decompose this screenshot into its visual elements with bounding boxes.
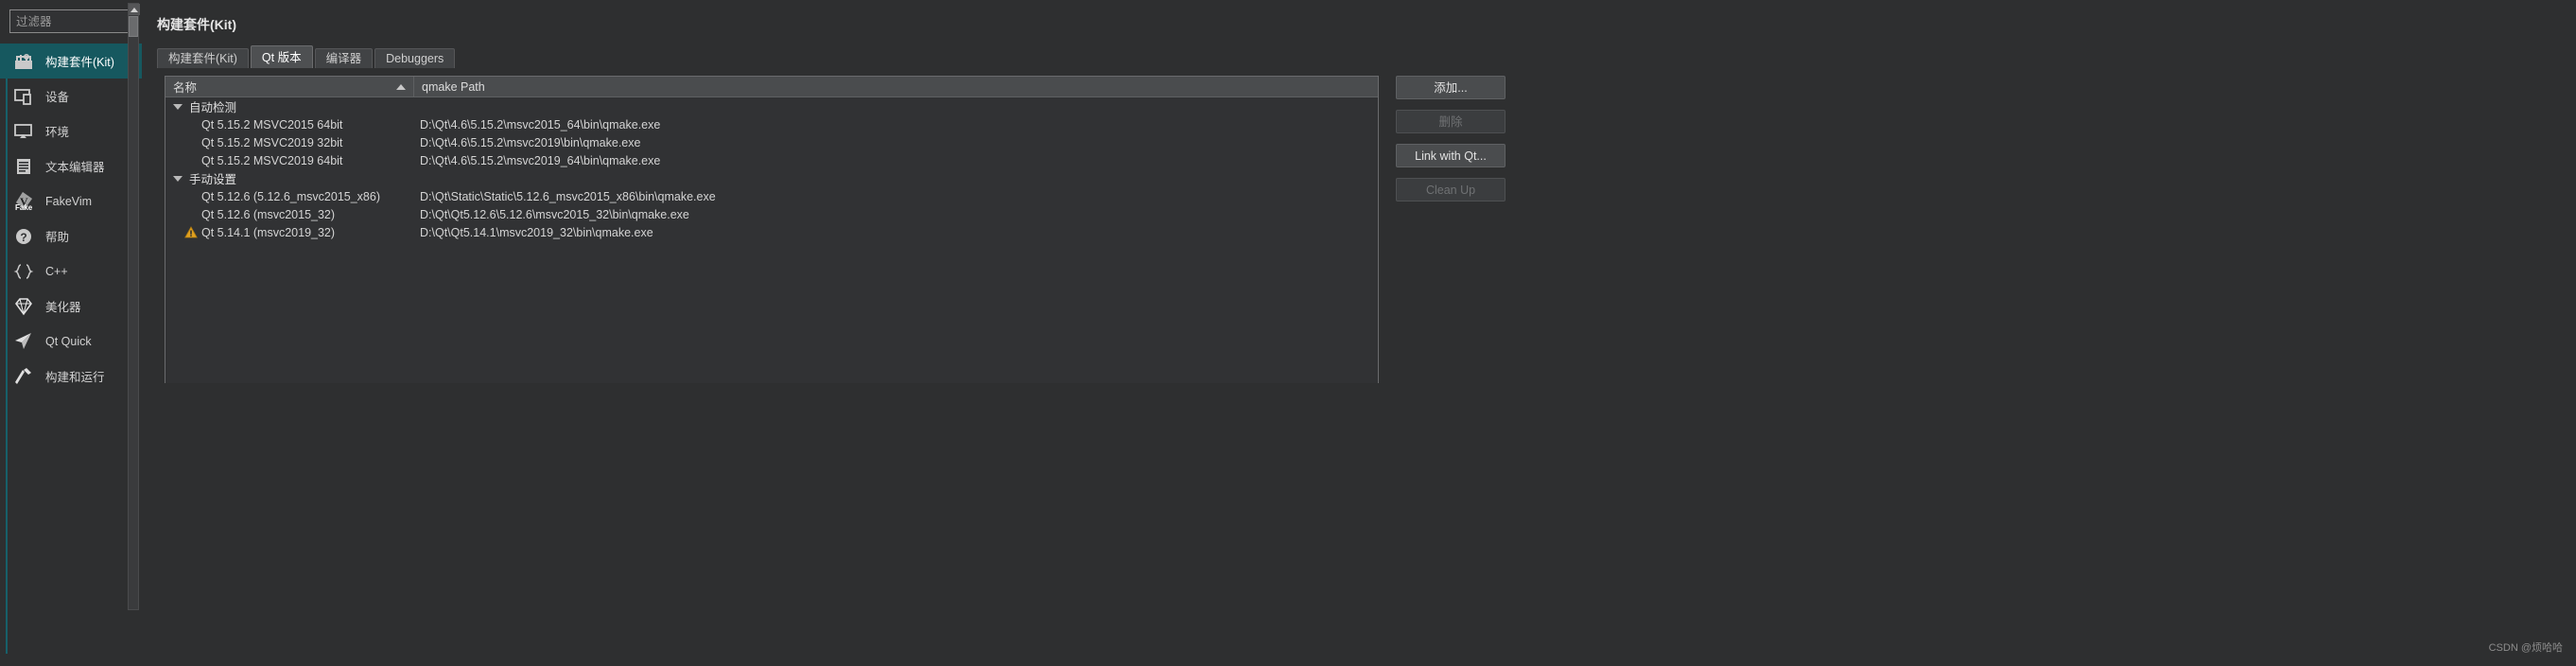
sidebar-item-label: 帮助 — [45, 231, 70, 244]
qmake-path: D:\Qt\4.6\5.15.2\msvc2019_64\bin\qmake.e… — [420, 153, 661, 167]
action-button-column: 添加... 删除 Link with Qt... Clean Up — [1396, 76, 1506, 212]
help-icon: ? — [11, 224, 36, 249]
table-group-row[interactable]: 手动设置 — [165, 169, 1378, 187]
svg-text:?: ? — [20, 231, 26, 244]
paper-plane-icon — [11, 329, 36, 354]
table-row[interactable]: Qt 5.12.6 (5.12.6_msvc2015_x86) D:\Qt\St… — [165, 187, 1378, 205]
group-label: 手动设置 — [189, 173, 237, 186]
add-button[interactable]: 添加... — [1396, 76, 1506, 99]
watermark: CSDN @烦哈哈 — [2488, 642, 2563, 654]
row-name-cell: Qt 5.15.2 MSVC2019 32bit — [165, 136, 414, 149]
kit-icon — [11, 49, 36, 74]
hammer-icon — [11, 364, 36, 389]
row-name-cell: Qt 5.12.6 (msvc2015_32) — [165, 208, 414, 221]
options-dialog: 构建套件(Kit) 设备 环境 — [0, 0, 2576, 666]
monitor-icon — [11, 119, 36, 144]
page-title: 构建套件(Kit) — [157, 17, 236, 32]
table-header-row: 名称 qmake Path — [165, 77, 1378, 97]
clean-up-button: Clean Up — [1396, 178, 1506, 202]
group-name-cell: 自动检测 — [165, 97, 414, 115]
filter-input[interactable] — [9, 9, 131, 33]
diamond-icon — [11, 294, 36, 319]
row-name-cell: Qt 5.12.6 (5.12.6_msvc2015_x86) — [165, 190, 414, 203]
sidebar-item-qt-quick[interactable]: Qt Quick — [0, 324, 142, 359]
table-body: 自动检测 Qt 5.15.2 MSVC2015 64bit D:\Qt\4.6\… — [165, 97, 1378, 383]
chevron-down-icon[interactable] — [173, 103, 183, 110]
sidebar-nav-list: 构建套件(Kit) 设备 环境 文本编辑器 Fake V FakeVim ? 帮… — [0, 44, 142, 654]
tab-compilers[interactable]: 编译器 — [314, 48, 374, 68]
sidebar-item-cpp[interactable]: C++ — [0, 254, 142, 289]
sidebar-item-beautifier[interactable]: 美化器 — [0, 289, 142, 324]
sidebar-item-text-editor[interactable]: 文本编辑器 — [0, 149, 142, 184]
sidebar-item-label: C++ — [45, 264, 68, 278]
link-with-qt-button[interactable]: Link with Qt... — [1396, 144, 1506, 167]
sidebar: 构建套件(Kit) 设备 环境 — [0, 0, 142, 662]
filter-container — [0, 0, 142, 41]
tab-kits[interactable]: 构建套件(Kit) — [157, 48, 249, 68]
device-icon — [11, 84, 36, 109]
column-header-qmake-path[interactable]: qmake Path — [414, 77, 1378, 96]
warning-placeholder — [184, 208, 198, 220]
sidebar-item-label: 美化器 — [45, 301, 81, 314]
qt-version-name: Qt 5.15.2 MSVC2019 32bit — [201, 135, 343, 149]
sidebar-item-kits[interactable]: 构建套件(Kit) — [0, 44, 142, 79]
table-group-row[interactable]: 自动检测 — [165, 97, 1378, 115]
sidebar-item-build-and-run[interactable]: 构建和运行 — [0, 359, 142, 394]
chevron-down-icon[interactable] — [173, 175, 183, 182]
content-area: 构建套件(Kit) 构建套件(Kit) Qt 版本 编译器 Debuggers … — [142, 0, 2576, 666]
braces-icon — [11, 259, 36, 284]
group-name-cell: 手动设置 — [165, 169, 414, 187]
qt-version-name: Qt 5.12.6 (msvc2015_32) — [201, 207, 336, 221]
qmake-path: D:\Qt\Qt5.12.6\5.12.6\msvc2015_32\bin\qm… — [420, 207, 689, 221]
sidebar-item-label: 构建和运行 — [45, 371, 105, 384]
qt-versions-table: 名称 qmake Path 自动检测 Qt 5.15.2 MSVC2015 64… — [165, 76, 1379, 383]
sidebar-item-label: FakeVim — [45, 194, 93, 208]
qt-version-name: Qt 5.15.2 MSVC2019 64bit — [201, 153, 343, 167]
sort-ascending-icon — [396, 83, 406, 90]
sidebar-item-label: Qt Quick — [45, 334, 92, 348]
sidebar-item-label: 环境 — [45, 126, 70, 139]
fakevim-icon: Fake V — [11, 189, 36, 214]
table-row[interactable]: Qt 5.14.1 (msvc2019_32) D:\Qt\Qt5.14.1\m… — [165, 223, 1378, 241]
sidebar-item-label: 设备 — [45, 91, 70, 104]
tab-bar: 构建套件(Kit) Qt 版本 编译器 Debuggers — [157, 45, 2576, 68]
column-header-qmake-path-label: qmake Path — [422, 79, 485, 94]
qt-version-name: Qt 5.15.2 MSVC2015 64bit — [201, 117, 343, 131]
sidebar-item-environment[interactable]: 环境 — [0, 114, 142, 149]
row-name-cell: Qt 5.15.2 MSVC2019 64bit — [165, 154, 414, 167]
qt-version-name: Qt 5.14.1 (msvc2019_32) — [201, 225, 336, 239]
remove-button: 删除 — [1396, 110, 1506, 133]
sidebar-item-label: 文本编辑器 — [45, 161, 105, 174]
text-editor-icon — [11, 154, 36, 179]
svg-text:V: V — [20, 195, 28, 208]
tab-qt-versions[interactable]: Qt 版本 — [250, 45, 313, 68]
tab-debuggers[interactable]: Debuggers — [374, 48, 456, 68]
row-name-cell: Qt 5.15.2 MSVC2015 64bit — [165, 118, 414, 131]
table-row[interactable]: Qt 5.15.2 MSVC2019 32bit D:\Qt\4.6\5.15.… — [165, 133, 1378, 151]
sidebar-item-help[interactable]: ? 帮助 — [0, 219, 142, 254]
sidebar-item-label: 构建套件(Kit) — [45, 56, 114, 69]
row-name-cell: Qt 5.14.1 (msvc2019_32) — [165, 226, 414, 239]
qmake-path: D:\Qt\Static\Static\5.12.6_msvc2015_x86\… — [420, 189, 716, 203]
qt-versions-panel: 名称 qmake Path 自动检测 Qt 5.15.2 MSVC2015 64… — [157, 68, 2576, 666]
group-label: 自动检测 — [189, 101, 237, 114]
scrollbar-thumb[interactable] — [129, 16, 138, 37]
column-header-name[interactable]: 名称 — [165, 77, 414, 96]
column-header-name-label: 名称 — [173, 81, 198, 95]
table-row[interactable]: Qt 5.15.2 MSVC2015 64bit D:\Qt\4.6\5.15.… — [165, 115, 1378, 133]
qmake-path: D:\Qt\4.6\5.15.2\msvc2015_64\bin\qmake.e… — [420, 117, 661, 131]
qmake-path: D:\Qt\4.6\5.15.2\msvc2019\bin\qmake.exe — [420, 135, 641, 149]
table-row[interactable]: Qt 5.15.2 MSVC2019 64bit D:\Qt\4.6\5.15.… — [165, 151, 1378, 169]
warning-placeholder — [184, 190, 198, 202]
sidebar-item-devices[interactable]: 设备 — [0, 79, 142, 114]
qmake-path: D:\Qt\Qt5.14.1\msvc2019_32\bin\qmake.exe — [420, 225, 653, 239]
qt-version-name: Qt 5.12.6 (5.12.6_msvc2015_x86) — [201, 189, 381, 203]
scroll-up-icon[interactable] — [129, 4, 140, 15]
sidebar-item-fakevim[interactable]: Fake V FakeVim — [0, 184, 142, 219]
table-row[interactable]: Qt 5.12.6 (msvc2015_32) D:\Qt\Qt5.12.6\5… — [165, 205, 1378, 223]
sidebar-scrollbar[interactable] — [128, 3, 140, 610]
warning-icon — [184, 226, 198, 238]
